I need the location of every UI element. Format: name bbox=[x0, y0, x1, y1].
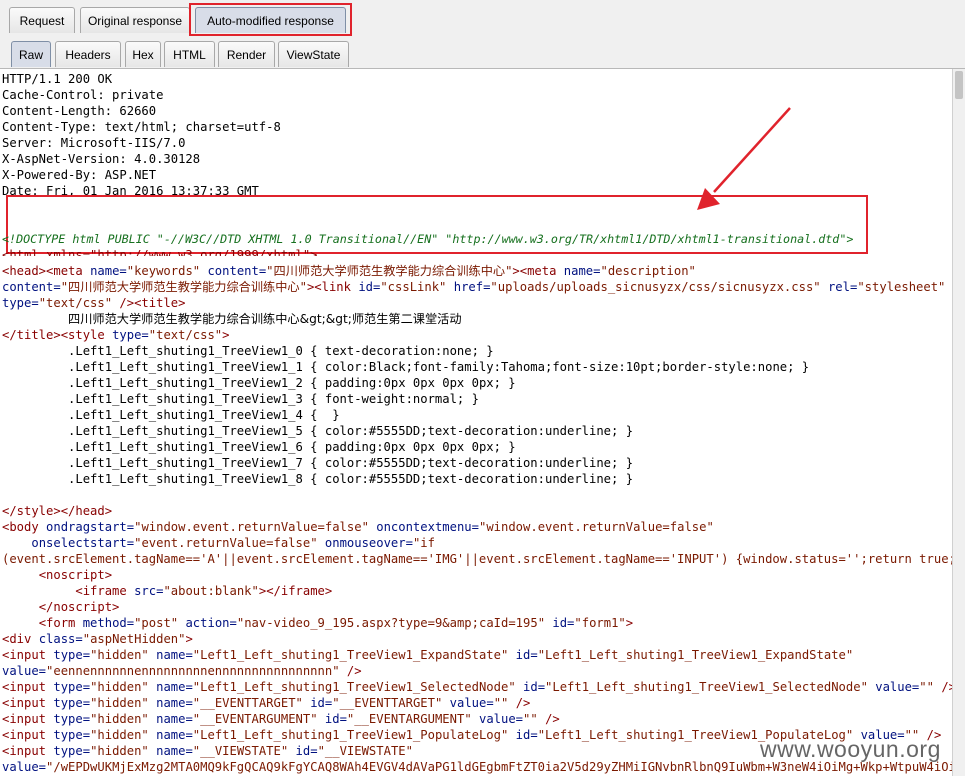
raw-response-viewer[interactable]: HTTP/1.1 200 OK Cache-Control: private C… bbox=[0, 69, 952, 776]
input-value-line: value="eennennnnnnennnnnnnnnennnnnnnnnnn… bbox=[2, 664, 362, 678]
tab-render[interactable]: Render bbox=[218, 41, 275, 67]
head-line: <head><meta name="keywords" content="四川师… bbox=[2, 264, 696, 278]
header-line: X-Powered-By: ASP.NET bbox=[2, 168, 157, 182]
iframe-line: <iframe src="about:blank"></iframe> bbox=[75, 584, 333, 598]
top-tab-bar: Request Original response Auto-modified … bbox=[0, 0, 965, 37]
header-line: Content-Length: 62660 bbox=[2, 104, 157, 118]
header-line: Content-Type: text/html; charset=utf-8 bbox=[2, 120, 281, 134]
header-line: X-AspNet-Version: 4.0.30128 bbox=[2, 152, 201, 166]
html-tag-line: <html xmlns="http://www.w3.org/1999/xhtm… bbox=[2, 247, 318, 256]
input-line: <input type="hidden" name="__VIEWSTATE" … bbox=[2, 744, 413, 758]
tab-hex[interactable]: Hex bbox=[125, 41, 161, 67]
scrollbar-thumb[interactable] bbox=[955, 71, 963, 99]
style-close-line: </style></head> bbox=[2, 504, 113, 518]
type-line: type="text/css" /><title> bbox=[2, 296, 186, 310]
input-line: <input type="hidden" name="Left1_Left_sh… bbox=[2, 680, 952, 694]
description-line: content="四川师范大学师范生教学能力综合训练中心"><link id="… bbox=[2, 280, 946, 294]
css-rule-line: .Left1_Left_shuting1_TreeView1_7 { color… bbox=[68, 456, 634, 470]
title-line: 四川师范大学师范生教学能力综合训练中心&gt;&gt;师范生第二课堂活动 bbox=[2, 311, 462, 327]
input-line: <input type="hidden" name="Left1_Left_sh… bbox=[2, 648, 854, 662]
doctype-line: <!DOCTYPE html PUBLIC "-//W3C//DTD XHTML… bbox=[2, 232, 854, 246]
input-line: <input type="hidden" name="__EVENTTARGET… bbox=[2, 696, 531, 710]
tab-headers[interactable]: Headers bbox=[55, 41, 121, 67]
body-line-3: (event.srcElement.tagName=='A'||event.sr… bbox=[2, 552, 952, 566]
tab-html[interactable]: HTML bbox=[164, 41, 215, 67]
tab-viewstate[interactable]: ViewState bbox=[278, 41, 349, 67]
css-rule-line: .Left1_Left_shuting1_TreeView1_6 { paddi… bbox=[68, 440, 516, 454]
header-line: Server: Microsoft-IIS/7.0 bbox=[2, 136, 186, 150]
keywords-content: 四川师范大学师范生教学能力综合训练中心 bbox=[273, 264, 506, 278]
input-line: <input type="hidden" name="__EVENTARGUME… bbox=[2, 712, 560, 726]
noscript-close-line: </noscript> bbox=[38, 600, 120, 614]
body-line-2: onselectstart="event.returnValue=false" … bbox=[31, 536, 435, 550]
header-line: HTTP/1.1 200 OK bbox=[2, 72, 113, 86]
css-rule-line: .Left1_Left_shuting1_TreeView1_1 { color… bbox=[68, 360, 810, 374]
css-rule-line: .Left1_Left_shuting1_TreeView1_3 { font-… bbox=[68, 392, 479, 406]
view-tab-bar: Raw Headers Hex HTML Render ViewState bbox=[0, 36, 965, 69]
css-rule-line: .Left1_Left_shuting1_TreeView1_0 { text-… bbox=[68, 344, 494, 358]
css-rule-line: .Left1_Left_shuting1_TreeView1_8 { color… bbox=[68, 472, 634, 486]
header-line: Cache-Control: private bbox=[2, 88, 164, 102]
div-line: <div class="aspNetHidden"> bbox=[2, 632, 193, 646]
css-rule-line: .Left1_Left_shuting1_TreeView1_4 { } bbox=[68, 408, 340, 422]
title-text: 四川师范大学师范生教学能力综合训练中心&gt;&gt;师范生第二课堂活动 bbox=[68, 312, 462, 326]
css-href: uploads/uploads_sicnusyzx/css/sicnusyzx.… bbox=[497, 280, 814, 294]
css-rule-line: .Left1_Left_shuting1_TreeView1_5 { color… bbox=[68, 424, 634, 438]
style-open-line: </title><style type="text/css"> bbox=[2, 328, 230, 342]
html-tag: <html xmlns="http://www.w3.org/1999/xhtm… bbox=[2, 248, 318, 256]
watermark: www.wooyun.org bbox=[760, 736, 941, 762]
tab-request[interactable]: Request bbox=[9, 7, 75, 33]
highlight-tab-box bbox=[189, 3, 352, 36]
noscript-open-line: <noscript> bbox=[38, 568, 113, 582]
description-content: 四川师范大学师范生教学能力综合训练中心 bbox=[68, 280, 300, 294]
css-rule-line: .Left1_Left_shuting1_TreeView1_2 { paddi… bbox=[68, 376, 516, 390]
form-line: <form method="post" action="nav-video_9_… bbox=[38, 616, 634, 630]
tab-raw[interactable]: Raw bbox=[11, 41, 51, 67]
tab-original-response[interactable]: Original response bbox=[80, 7, 190, 33]
vertical-scrollbar[interactable] bbox=[952, 69, 965, 776]
body-line: <body ondragstart="window.event.returnVa… bbox=[2, 520, 714, 534]
